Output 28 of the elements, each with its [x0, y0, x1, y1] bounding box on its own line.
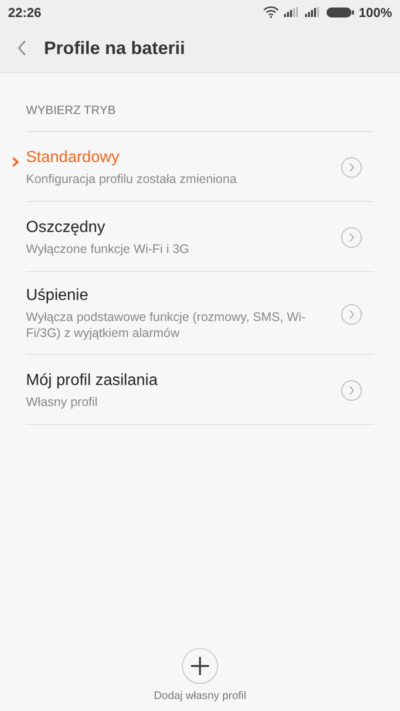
profile-description: Konfiguracja profilu została zmieniona: [26, 170, 237, 186]
chevron-circle-icon: [341, 227, 362, 248]
profile-item[interactable]: Oszczędny Wyłączone funkcje Wi-Fi i 3G: [26, 202, 374, 272]
section-label: WYBIERZ TRYB: [26, 103, 116, 117]
selected-indicator-icon: [12, 157, 19, 167]
profile-title: Oszczędny: [26, 218, 106, 236]
chevron-circle-icon: [341, 380, 362, 401]
add-button[interactable]: [182, 648, 218, 684]
battery-level: 100%: [358, 4, 392, 20]
battery-icon: [326, 6, 354, 18]
wifi-icon: [262, 6, 279, 18]
signal-icon: [284, 7, 300, 17]
signal-icon: [304, 7, 321, 17]
back-icon: [17, 40, 27, 56]
profile-description: Własny profil: [26, 394, 99, 410]
status-time: 22:26: [8, 4, 42, 20]
chevron-circle-icon: [341, 157, 362, 178]
profile-item[interactable]: Uśpienie Wyłącza podstawowe funkcje (rozmowy, SMS, Wi-Fi/3G) z wyjątkiem alarmów: [26, 272, 374, 355]
plus-icon: [190, 656, 210, 676]
profile-title: Standardowy: [26, 148, 120, 166]
profile-title: Uśpienie: [26, 287, 90, 305]
profile-description: Wyłączone funkcje Wi-Fi i 3G: [26, 240, 190, 256]
profile-description: Wyłącza podstawowe funkcje (rozmowy, SMS, Wi-Fi/3G) z wyjątkiem alarmów: [26, 309, 306, 341]
profile-item[interactable]: Mój profil zasilania Własny profil: [26, 355, 374, 425]
chevron-circle-icon: [341, 304, 362, 324]
profile-title: Mój profil zasilania: [26, 372, 158, 390]
page-title: Profile na baterii: [44, 38, 186, 58]
add-label: Dodaj własny profil: [154, 690, 246, 702]
